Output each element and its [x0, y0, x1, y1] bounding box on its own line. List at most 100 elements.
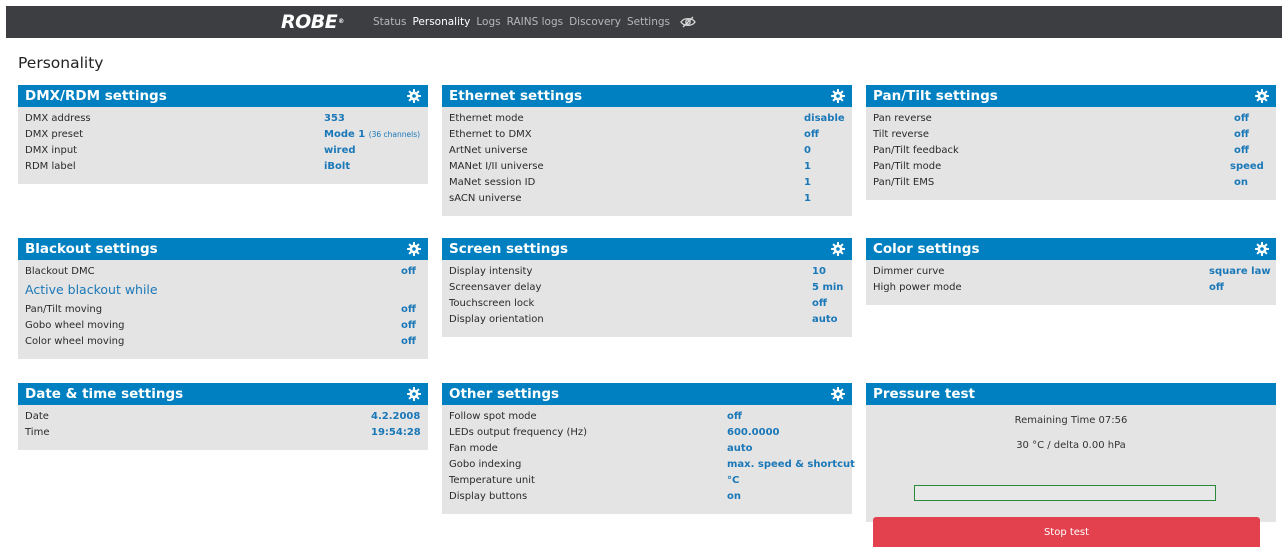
dimmer-curve-row: Dimmer curve square law: [866, 264, 1276, 280]
panel-title: DMX/RDM settings: [25, 88, 167, 104]
nav-status[interactable]: Status: [373, 16, 406, 28]
pan-tilt-feedback-row: Pan/Tilt feedback off: [866, 143, 1276, 159]
active-blackout-heading: Active blackout while: [25, 282, 158, 297]
nav-logs[interactable]: Logs: [476, 16, 500, 28]
manet-session-value[interactable]: 1: [804, 175, 811, 191]
pan-tilt-mode-value[interactable]: speed: [1230, 159, 1264, 175]
display-intensity-row: Display intensity 10: [442, 264, 852, 280]
gear-icon[interactable]: [407, 387, 421, 401]
dmx-address-row: DMX address 353: [18, 111, 428, 127]
date-time-panel: Date & time settings Date 4.2.2008 Time 19…: [18, 383, 428, 450]
gear-icon[interactable]: [1255, 242, 1269, 256]
gear-icon[interactable]: [831, 89, 845, 103]
pan-tilt-feedback-value[interactable]: off: [1234, 143, 1249, 159]
eye-off-icon[interactable]: [680, 16, 696, 28]
pan-reverse-value[interactable]: off: [1234, 111, 1249, 127]
panel-title: Pan/Tilt settings: [873, 88, 998, 104]
gobo-wheel-moving-row: Gobo wheel moving off: [18, 318, 428, 334]
dmx-input-value[interactable]: wired: [324, 143, 356, 159]
panel-header: Blackout settings: [18, 238, 428, 260]
temperature-unit-row: Temperature unit °C: [442, 473, 852, 489]
date-row: Date 4.2.2008: [18, 409, 428, 425]
gear-icon[interactable]: [407, 89, 421, 103]
ethernet-panel: Ethernet settings Ethernet mode disable E…: [442, 85, 852, 216]
color-panel: Color settings Dimmer curve square law Hi…: [866, 238, 1276, 305]
time-value[interactable]: 19:54:28: [371, 425, 421, 441]
tilt-reverse-row: Tilt reverse off: [866, 127, 1276, 143]
rdm-label-row: RDM label iBolt: [18, 159, 428, 175]
gobo-wheel-moving-value[interactable]: off: [401, 318, 416, 334]
panel-header: Ethernet settings: [442, 85, 852, 107]
tilt-reverse-value[interactable]: off: [1234, 127, 1249, 143]
top-nav-bar: ROBE® Status Personality Logs RAINS logs…: [6, 6, 1282, 38]
panel-title: Blackout settings: [25, 241, 158, 257]
screen-panel: Screen settings Display intensity 10 Scre…: [442, 238, 852, 337]
ethernet-to-dmx-value[interactable]: off: [804, 127, 819, 143]
dimmer-curve-value[interactable]: square law: [1209, 264, 1271, 280]
panel-header: Screen settings: [442, 238, 852, 260]
blackout-panel: Blackout settings Blackout DMC off Active…: [18, 238, 428, 359]
nav-personality[interactable]: Personality: [412, 16, 470, 28]
panel-header: Other settings: [442, 383, 852, 405]
time-row: Time 19:54:28: [18, 425, 428, 441]
temperature-unit-value[interactable]: °C: [727, 473, 739, 489]
screensaver-delay-value[interactable]: 5 min: [812, 280, 843, 296]
robe-logo[interactable]: ROBE®: [281, 11, 344, 33]
dmx-address-value[interactable]: 353: [324, 111, 345, 127]
panel-header: Pressure test: [866, 383, 1276, 405]
ethernet-mode-row: Ethernet mode disable: [442, 111, 852, 127]
high-power-mode-row: High power mode off: [866, 280, 1276, 296]
manet-universe-value[interactable]: 1: [804, 159, 811, 175]
sacn-universe-value[interactable]: 1: [804, 191, 811, 207]
panel-title: Pressure test: [873, 386, 976, 402]
ethernet-to-dmx-row: Ethernet to DMX off: [442, 127, 852, 143]
other-settings-panel: Other settings Follow spot mode off LEDs …: [442, 383, 855, 514]
gear-icon[interactable]: [831, 387, 845, 401]
pressure-reading: 30 °C / delta 0.00 hPa: [1016, 440, 1126, 451]
display-orientation-value[interactable]: auto: [812, 312, 838, 328]
nav-rains-logs[interactable]: RAINS logs: [507, 16, 563, 28]
pan-tilt-ems-value[interactable]: on: [1234, 175, 1248, 191]
fan-mode-value[interactable]: auto: [727, 441, 753, 457]
color-wheel-moving-row: Color wheel moving off: [18, 334, 428, 350]
artnet-universe-value[interactable]: 0: [804, 143, 811, 159]
artnet-universe-row: ArtNet universe 0: [442, 143, 852, 159]
led-frequency-value[interactable]: 600.0000: [727, 425, 780, 441]
pan-reverse-row: Pan reverse off: [866, 111, 1276, 127]
display-intensity-value[interactable]: 10: [812, 264, 826, 280]
touchscreen-lock-value[interactable]: off: [812, 296, 827, 312]
page-title: Personality: [18, 54, 104, 72]
dmx-preset-value[interactable]: Mode 1 (36 channels): [324, 127, 420, 143]
follow-spot-mode-value[interactable]: off: [727, 409, 742, 425]
blackout-dmc-value[interactable]: off: [401, 264, 416, 280]
nav-settings[interactable]: Settings: [627, 16, 670, 28]
gear-icon[interactable]: [407, 242, 421, 256]
pan-tilt-mode-row: Pan/Tilt mode speed: [866, 159, 1276, 175]
rdm-label-value[interactable]: iBolt: [324, 159, 350, 175]
touchscreen-lock-row: Touchscreen lock off: [442, 296, 852, 312]
gear-icon[interactable]: [831, 242, 845, 256]
dmx-preset-row: DMX preset Mode 1 (36 channels): [18, 127, 428, 143]
dmx-input-row: DMX input wired: [18, 143, 428, 159]
date-value[interactable]: 4.2.2008: [371, 409, 420, 425]
display-buttons-value[interactable]: on: [727, 489, 741, 505]
high-power-mode-value[interactable]: off: [1209, 280, 1224, 296]
panel-title: Screen settings: [449, 241, 569, 257]
follow-spot-mode-row: Follow spot mode off: [442, 409, 852, 425]
panel-header: Pan/Tilt settings: [866, 85, 1276, 107]
gear-icon[interactable]: [1255, 89, 1269, 103]
panel-header: Color settings: [866, 238, 1276, 260]
ethernet-mode-value[interactable]: disable: [804, 111, 845, 127]
nav-menu: Status Personality Logs RAINS logs Disco…: [373, 6, 696, 38]
panel-title: Color settings: [873, 241, 980, 257]
pan-tilt-ems-row: Pan/Tilt EMS on: [866, 175, 1276, 191]
gobo-indexing-value[interactable]: max. speed & shortcut: [727, 457, 855, 473]
pressure-progress-bar: [914, 485, 1216, 501]
color-wheel-moving-value[interactable]: off: [401, 334, 416, 350]
nav-discovery[interactable]: Discovery: [569, 16, 621, 28]
blackout-dmc-row: Blackout DMC off: [18, 264, 428, 280]
pan-tilt-panel: Pan/Tilt settings Pan reverse off Tilt re…: [866, 85, 1276, 200]
display-orientation-row: Display orientation auto: [442, 312, 852, 328]
gobo-indexing-row: Gobo indexing max. speed & shortcut: [442, 457, 855, 473]
pan-tilt-moving-value[interactable]: off: [401, 302, 416, 318]
